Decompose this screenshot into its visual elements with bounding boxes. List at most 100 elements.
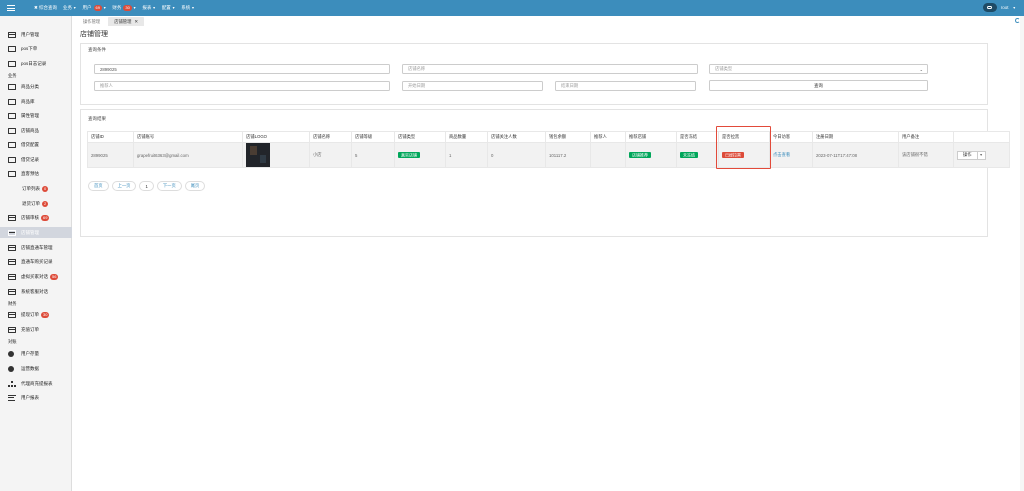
nav-item-1[interactable]: 业务 ▼	[63, 5, 76, 11]
user-menu[interactable]: root ▼	[982, 3, 1016, 12]
cell-remark: 该店铺很不错	[898, 142, 954, 168]
sidebar-item-label: 用户存量	[21, 350, 39, 356]
laptop-icon	[8, 83, 16, 90]
sidebar-item-16[interactable]: 直通车购买记录	[0, 256, 72, 267]
tab-operations[interactable]: 操作管理	[77, 17, 106, 26]
sidebar-item-5[interactable]: 商品库	[0, 96, 72, 107]
sidebar-item-21[interactable]: 充值订单	[0, 324, 72, 335]
sidebar-count-badge: 69	[41, 214, 50, 221]
current-page-button[interactable]: 1	[139, 181, 154, 191]
sidebar-item-3: 业务	[0, 70, 72, 81]
book-icon	[8, 112, 16, 119]
query-button[interactable]: 查询	[709, 80, 928, 91]
scrollbar[interactable]	[1020, 16, 1024, 491]
first-page-button[interactable]: 首页	[88, 181, 109, 191]
chevron-down-icon[interactable]: ▼	[977, 150, 986, 160]
nav-item-label: 用户	[82, 5, 92, 10]
nav-item-2[interactable]: 用户 69 ▼	[82, 5, 106, 11]
card-icon	[8, 288, 16, 295]
sidebar-item-19: 财务	[0, 298, 72, 309]
sidebar-item-18[interactable]: 系统客服对话	[0, 286, 72, 297]
table-header-row: 店铺ID 店铺账号 店铺LOGO 店铺名称 店铺等级 店铺类型 商品数量 店铺关注人数 钱包余额…	[87, 131, 1010, 143]
sidebar-item-4[interactable]: 商品分类	[0, 81, 72, 92]
chevron-down-icon: ▼	[73, 6, 77, 10]
tab-store-management[interactable]: 店铺管理 ✕	[108, 17, 145, 26]
sidebar-item-26[interactable]: 用户报表	[0, 392, 72, 403]
nav-item-0[interactable]: ✖ 综合查询	[34, 5, 57, 11]
sidebar-item-13[interactable]: 店铺审核 69	[0, 212, 72, 223]
sidebar-item-label: 借贷记录	[21, 156, 39, 162]
sidebar-item-1[interactable]: pos下单	[0, 43, 72, 54]
card-icon	[8, 244, 16, 251]
book-icon	[8, 98, 16, 105]
sidebar-label-wrap: 店铺审核 69	[21, 214, 50, 221]
sidebar-item-label: 商品分类	[21, 83, 39, 89]
sidebar-item-11[interactable]: 订单列表 0	[0, 183, 72, 194]
nav-item-6[interactable]: 系统 ▼	[181, 5, 194, 11]
menu-toggle-icon[interactable]	[0, 0, 22, 16]
sidebar-item-15[interactable]: 店铺直通车管理	[0, 242, 72, 253]
sidebar-count-badge: 2	[42, 200, 49, 207]
sidebar-item-12[interactable]: 退货订单 2	[0, 198, 72, 209]
book-icon	[8, 60, 16, 67]
last-page-button[interactable]: 尾页	[184, 181, 206, 191]
sidebar-item-20[interactable]: 提现订单 30	[0, 309, 72, 320]
close-icon[interactable]: ✕	[134, 19, 138, 25]
action-button[interactable]: 操作	[957, 150, 978, 160]
start-date-input[interactable]: 开始日期	[402, 81, 543, 91]
action-dropdown[interactable]: 操作 ▼	[957, 150, 1006, 160]
nav-item-3[interactable]: 财务 30 ▼	[112, 5, 136, 11]
store-type-select[interactable]: 店铺类型 ⌄	[709, 64, 928, 74]
store-name-input[interactable]: 店铺名称	[402, 64, 698, 74]
sidebar-item-label: 店铺审核	[21, 214, 39, 220]
sidebar-count-badge: 0	[42, 185, 49, 192]
prev-page-button[interactable]: 上一页	[111, 181, 137, 191]
sidebar-item-label: 订单列表	[22, 185, 40, 191]
sidebar-item-23[interactable]: 用户存量	[0, 348, 72, 359]
sidebar-item-10[interactable]: 直客预估	[0, 168, 72, 179]
sidebar-item-label: 借贷配置	[21, 141, 39, 147]
nav-item-5[interactable]: 配置 ▼	[162, 5, 175, 11]
card-icon	[8, 214, 16, 221]
avatar[interactable]	[982, 3, 997, 12]
main-nav: ✖ 综合查询 业务 ▼ 用户 69 ▼ 财务 30 ▼ 报表 ▼ 配置 ▼ 系统 ▼	[34, 0, 195, 16]
cell-register-date: 2023-07-11T17:47:08	[812, 142, 899, 168]
query-panel: 查询条件 2899025 店铺名称 店铺类型 ⌄ 推荐人 开始日期 结束日期 查…	[80, 43, 988, 105]
sidebar-item-14[interactable]: 店铺管理	[0, 227, 72, 238]
sidebar-item-17[interactable]: 虚拟买家对话 56	[0, 271, 72, 282]
results-panel-title: 查询结果	[88, 116, 106, 121]
store-id-input[interactable]: 2899025	[94, 64, 390, 74]
column-header: 注册日期	[812, 131, 899, 143]
book-icon	[8, 127, 16, 134]
sidebar-item-9[interactable]: 借贷记录	[0, 154, 72, 165]
sidebar-item-label: 用户报表	[21, 394, 39, 400]
end-date-input[interactable]: 结束日期	[555, 81, 696, 91]
frozen-badge[interactable]: 未冻结	[680, 151, 698, 158]
sidebar-item-25[interactable]: 代理商充提报表	[0, 378, 72, 389]
sidebar-item-2[interactable]: pos日志记录	[0, 58, 72, 69]
column-header: 店铺LOGO	[242, 131, 310, 143]
sidebar-label-wrap: 退货订单 2	[22, 200, 49, 207]
sidebar-item-8[interactable]: 借贷配置	[0, 139, 72, 150]
next-page-button[interactable]: 下一页	[156, 181, 182, 191]
sidebar-item-24[interactable]: 运营数据	[0, 363, 72, 374]
pie-chart-icon	[8, 365, 14, 372]
nav-item-label: 财务	[112, 5, 122, 10]
view-visitors-link[interactable]: 点击查看	[773, 152, 790, 157]
chevron-down-icon: ▼	[191, 6, 195, 10]
column-header: 店铺等级	[351, 131, 395, 143]
column-header: 店铺名称	[309, 131, 352, 143]
sidebar-item-7[interactable]: 店铺商品	[0, 125, 72, 136]
referrer-input[interactable]: 推荐人	[94, 81, 390, 91]
cell-visitors: 点击查看	[769, 142, 813, 168]
user-name[interactable]: root	[1001, 5, 1009, 10]
nav-item-4[interactable]: 报表 ▼	[142, 5, 155, 11]
sidebar-item-6[interactable]: 属性管理	[0, 110, 72, 121]
top-navbar: ✖ 综合查询 业务 ▼ 用户 69 ▼ 财务 30 ▼ 报表 ▼ 配置 ▼ 系统 ▼ root ▼	[0, 0, 1024, 16]
sidebar-label-wrap: 提现订单 30	[21, 311, 50, 318]
chevron-down-icon: ▼	[132, 6, 137, 10]
highlight-box	[716, 126, 771, 169]
recommend-badge[interactable]: 店铺推荐	[629, 151, 651, 158]
sidebar-item-0[interactable]: 用户管理	[0, 29, 72, 40]
sidebar-item-label: 提现订单	[21, 311, 39, 317]
